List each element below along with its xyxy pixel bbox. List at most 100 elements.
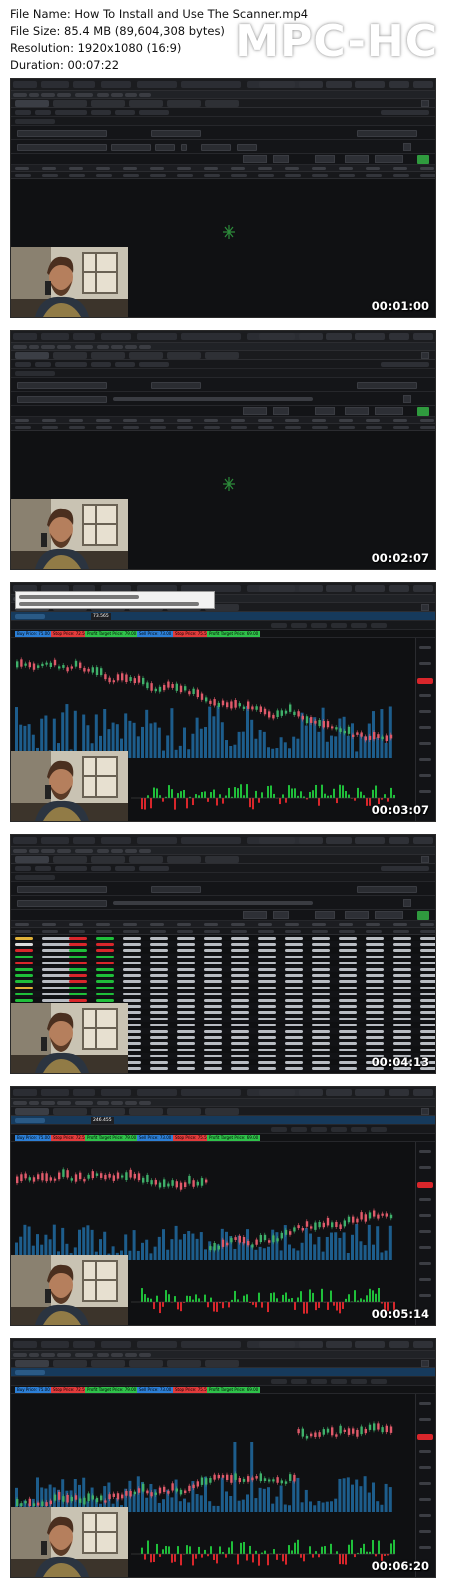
criteria-select[interactable] <box>357 130 417 137</box>
column-header[interactable] <box>204 167 218 170</box>
column-header[interactable] <box>339 419 353 422</box>
tab[interactable] <box>15 1108 49 1115</box>
column-header[interactable] <box>204 419 218 422</box>
menu-item[interactable] <box>97 849 109 853</box>
column-header[interactable] <box>204 923 218 926</box>
scan-option[interactable] <box>345 407 369 415</box>
criteria-input[interactable] <box>111 144 151 151</box>
table-row[interactable] <box>11 959 435 966</box>
tab[interactable] <box>53 352 87 359</box>
column-header[interactable] <box>231 167 245 170</box>
scanner-control[interactable] <box>35 362 51 367</box>
toolbar-item[interactable] <box>73 333 95 340</box>
menu-item[interactable] <box>13 93 27 97</box>
toolbar-button[interactable] <box>326 1341 352 1348</box>
scanner-control[interactable] <box>139 110 169 115</box>
chart-tool[interactable] <box>291 1379 307 1384</box>
symbol-box[interactable] <box>15 1118 45 1123</box>
criteria-input[interactable] <box>155 144 175 151</box>
column-header[interactable] <box>150 923 164 926</box>
menu-item[interactable] <box>41 93 55 97</box>
menu-item[interactable] <box>139 93 151 97</box>
table-row[interactable] <box>11 978 435 985</box>
column-header[interactable] <box>258 167 272 170</box>
column-header[interactable] <box>393 167 407 170</box>
tab[interactable] <box>91 856 125 863</box>
tab[interactable] <box>167 1360 201 1367</box>
toolbar-item[interactable] <box>41 1089 69 1096</box>
menu-item[interactable] <box>125 849 137 853</box>
menu-item[interactable] <box>29 849 39 853</box>
toolbar-button[interactable] <box>389 81 409 88</box>
chart-tool[interactable] <box>291 1127 307 1132</box>
menu-item[interactable] <box>29 345 39 349</box>
column-header[interactable] <box>177 923 191 926</box>
scan-option[interactable] <box>273 911 289 919</box>
toolbar-button[interactable] <box>413 837 433 844</box>
toolbar-item[interactable] <box>137 1341 177 1348</box>
scan-option[interactable] <box>375 155 403 163</box>
toolbar-item[interactable] <box>73 1341 95 1348</box>
chart-tool[interactable] <box>311 1127 327 1132</box>
scan-option[interactable] <box>243 911 267 919</box>
column-header[interactable] <box>393 419 407 422</box>
close-icon[interactable] <box>421 604 429 611</box>
tab[interactable] <box>167 100 201 107</box>
scan-button[interactable] <box>417 155 429 164</box>
scanner-control[interactable] <box>15 866 31 871</box>
scan-option[interactable] <box>315 155 335 163</box>
toolbar-item[interactable] <box>101 333 131 340</box>
criteria-select[interactable] <box>17 382 107 389</box>
menu-item[interactable] <box>97 1353 109 1357</box>
chart-tool[interactable] <box>371 623 387 628</box>
toolbar-item[interactable] <box>101 1341 131 1348</box>
tab[interactable] <box>205 856 239 863</box>
scan-option[interactable] <box>243 407 267 415</box>
menu-item[interactable] <box>13 1353 27 1357</box>
menu-item[interactable] <box>111 849 123 853</box>
scanner-control[interactable] <box>15 110 31 115</box>
tab[interactable] <box>129 100 163 107</box>
criteria-select[interactable] <box>17 900 107 907</box>
toolbar-item[interactable] <box>73 1089 95 1096</box>
scanner-control[interactable] <box>15 362 31 367</box>
menu-item[interactable] <box>111 345 123 349</box>
column-header[interactable] <box>366 923 380 926</box>
toolbar-item[interactable] <box>41 837 69 844</box>
column-header[interactable] <box>96 419 110 422</box>
tab[interactable] <box>53 1360 87 1367</box>
column-header[interactable] <box>15 167 29 170</box>
scanner-control[interactable] <box>55 362 87 367</box>
menu-item[interactable] <box>139 345 151 349</box>
tab[interactable] <box>15 352 49 359</box>
column-header[interactable] <box>150 419 164 422</box>
tab[interactable] <box>91 352 125 359</box>
toolbar-button[interactable] <box>413 333 433 340</box>
menu-item[interactable] <box>125 345 137 349</box>
scanner-control[interactable] <box>139 866 169 871</box>
tab[interactable] <box>53 100 87 107</box>
column-header[interactable] <box>69 167 83 170</box>
column-header[interactable] <box>123 923 137 926</box>
column-header[interactable] <box>15 923 29 926</box>
toolbar-button[interactable] <box>389 585 409 592</box>
close-icon[interactable] <box>421 1360 429 1367</box>
column-header[interactable] <box>420 167 434 170</box>
column-header[interactable] <box>258 419 272 422</box>
criteria-value[interactable] <box>151 382 201 389</box>
toolbar-item[interactable] <box>181 1341 241 1348</box>
table-row[interactable] <box>11 947 435 954</box>
tab[interactable] <box>129 352 163 359</box>
tab[interactable] <box>53 856 87 863</box>
column-header[interactable] <box>15 419 29 422</box>
column-header[interactable] <box>366 167 380 170</box>
settings-icon[interactable] <box>403 899 411 907</box>
table-row[interactable] <box>11 953 435 960</box>
criteria-value[interactable] <box>151 886 201 893</box>
column-header[interactable] <box>96 923 110 926</box>
toolbar-item[interactable] <box>137 81 177 88</box>
column-header[interactable] <box>312 419 326 422</box>
tab[interactable] <box>53 1108 87 1115</box>
menu-item[interactable] <box>75 1353 93 1357</box>
toolbar-item[interactable] <box>101 1089 131 1096</box>
